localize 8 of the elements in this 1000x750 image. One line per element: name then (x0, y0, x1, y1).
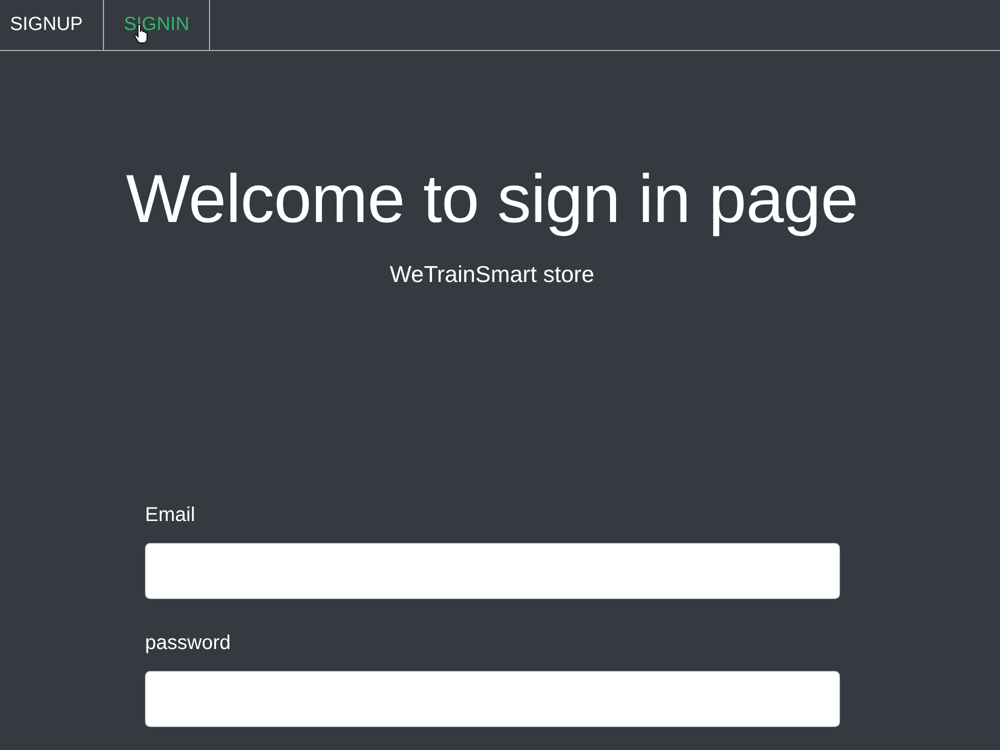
page-subtitle: WeTrainSmart store (390, 260, 594, 288)
field-label: Email (145, 502, 196, 527)
password-field[interactable] (145, 670, 840, 727)
nav-tab[interactable]: SIGNUP (0, 0, 104, 50)
page-title: Welcome to sign in page (126, 160, 858, 239)
field-label: password (145, 630, 231, 655)
email-field[interactable] (145, 542, 840, 599)
nav-tab[interactable]: SIGNIN (104, 0, 210, 50)
